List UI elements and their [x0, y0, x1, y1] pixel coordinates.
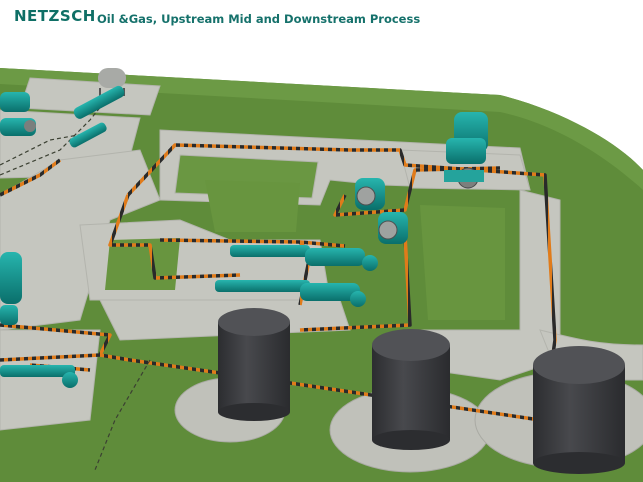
brand-logo[interactable]: NETZSCH	[14, 7, 96, 25]
storage-tank-1[interactable]	[218, 308, 290, 421]
app-header: NETZSCH Oil &Gas, Upstream Mid and Downs…	[0, 0, 643, 40]
storage-tank-2[interactable]	[372, 329, 450, 450]
page-title: Oil &Gas, Upstream Mid and Downstream Pr…	[97, 12, 421, 26]
app-window: NETZSCH Oil &Gas, Upstream Mid and Downs…	[0, 0, 643, 482]
storage-tank-3[interactable]	[533, 346, 625, 474]
plant-scene-3d[interactable]	[0, 0, 643, 482]
